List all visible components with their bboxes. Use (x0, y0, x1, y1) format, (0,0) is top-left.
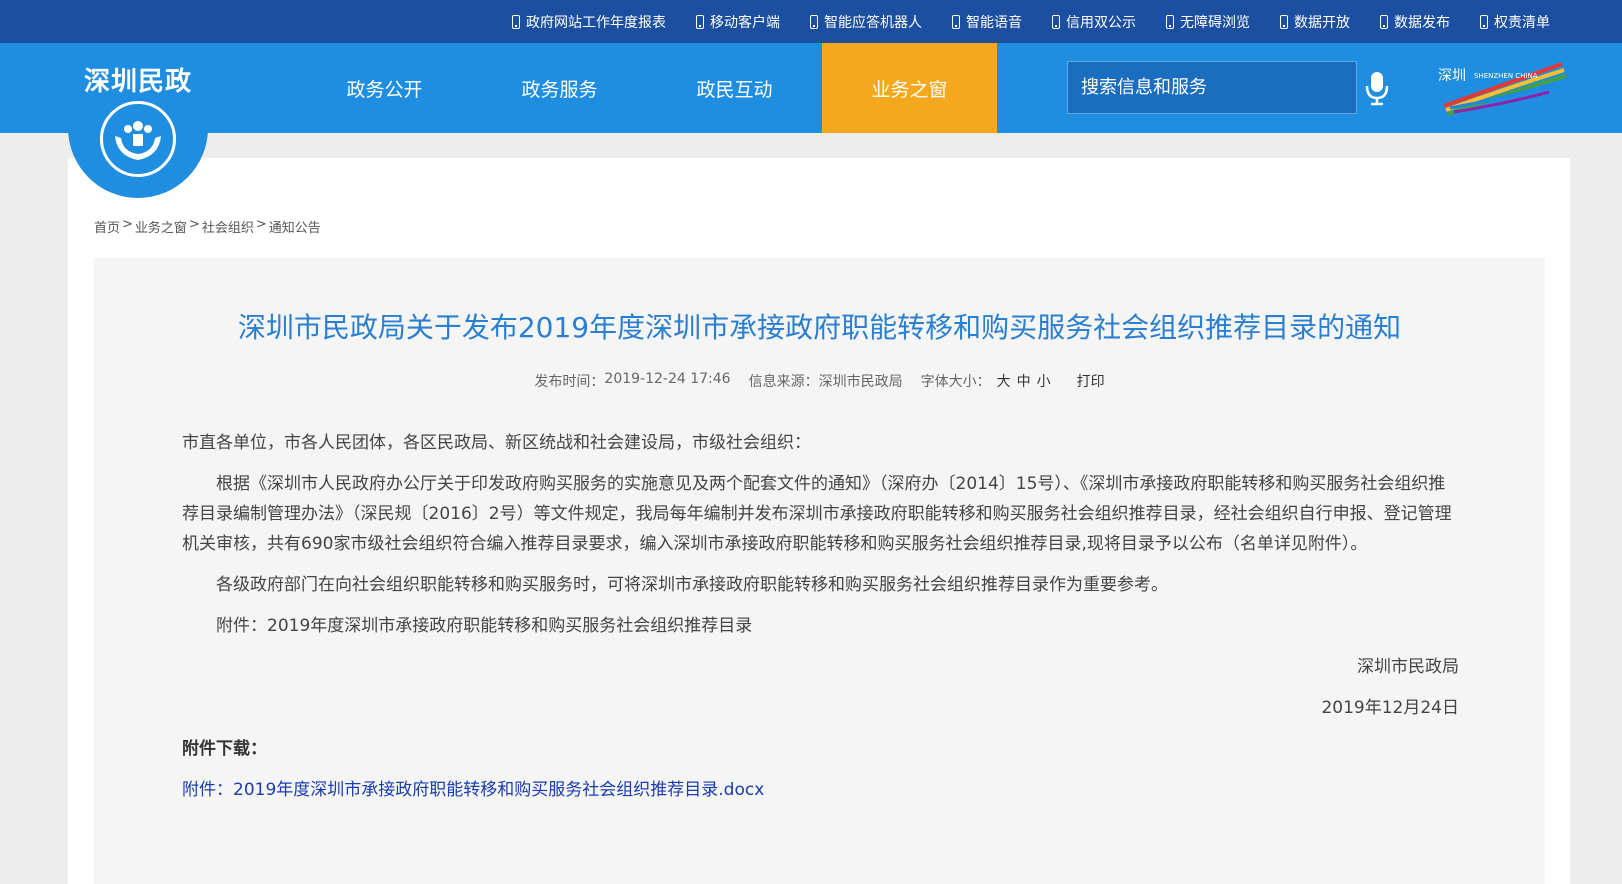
breadcrumb-separator: > (122, 217, 133, 232)
mobile-icon (696, 14, 704, 29)
top-links: 政府网站工作年度报表 移动客户端 智能应答机器人 智能语音 信用双公示 无障碍浏… (482, 0, 1550, 43)
article-meta: 发布时间： 2019-12-24 17:46 信息来源： 深圳市民政局 字体大小… (94, 371, 1545, 391)
top-link-accessibility[interactable]: 无障碍浏览 (1166, 12, 1250, 32)
search-input[interactable] (1081, 77, 1351, 98)
site-logo[interactable]: 深圳民政 (68, 43, 208, 198)
nav-item-gov-info[interactable]: 政务公开 (297, 43, 472, 133)
mobile-icon (1480, 14, 1488, 29)
svg-text:SHENZHEN CHINA: SHENZHEN CHINA (1474, 72, 1538, 80)
source-value: 深圳市民政局 (818, 374, 903, 390)
search-box (1067, 61, 1357, 114)
top-link-smart-robot[interactable]: 智能应答机器人 (810, 12, 922, 32)
paragraph-2: 各级政府部门在向社会组织职能转移和购买服务时，可将深圳市承接政府职能转移和购买服… (216, 575, 1168, 595)
publish-label: 发布时间： (534, 374, 605, 390)
mobile-icon (1280, 14, 1288, 29)
breadcrumb-social-org[interactable]: 社会组织 (202, 217, 254, 236)
svg-text:深圳: 深圳 (1438, 68, 1466, 84)
signature-date: 2019年12月24日 (1321, 698, 1459, 718)
paragraph-attachment: 附件：2019年度深圳市承接政府职能转移和购买服务社会组织推荐目录 (216, 616, 753, 636)
breadcrumb-notices[interactable]: 通知公告 (269, 217, 321, 236)
shenzhen-china-logo: 深圳 SHENZHEN CHINA (1434, 58, 1569, 118)
mobile-icon (1380, 14, 1388, 29)
breadcrumb: 首页 > 业务之窗 > 社会组织 > 通知公告 (94, 217, 321, 236)
hands-emblem-icon (100, 101, 176, 177)
breadcrumb-home[interactable]: 首页 (94, 217, 120, 236)
breadcrumb-separator: > (255, 217, 267, 232)
download-label: 附件下载： (182, 739, 267, 759)
top-link-data-release[interactable]: 数据发布 (1380, 12, 1450, 32)
font-medium-button[interactable]: 中 (1017, 371, 1031, 391)
top-link-mobile-client[interactable]: 移动客户端 (696, 12, 780, 32)
nav-item-business-window[interactable]: 业务之窗 (822, 43, 997, 133)
article-body: 市直各单位，市各人民团体，各区民政局、新区统战和社会建设局，市级社会组织： 根据… (182, 428, 1459, 816)
top-utility-bar: 政府网站工作年度报表 移动客户端 智能应答机器人 智能语音 信用双公示 无障碍浏… (0, 0, 1622, 43)
logo-text: 深圳民政 (83, 67, 192, 97)
mobile-icon (810, 14, 818, 29)
breadcrumb-business-window[interactable]: 业务之窗 (135, 217, 187, 236)
article-title: 深圳市民政局关于发布2019年度深圳市承接政府职能转移和购买服务社会组织推荐目录… (237, 311, 1402, 344)
top-link-annual-report[interactable]: 政府网站工作年度报表 (512, 12, 666, 32)
nav-item-interaction[interactable]: 政民互动 (647, 43, 822, 133)
article: 深圳市民政局关于发布2019年度深圳市承接政府职能转移和购买服务社会组织推荐目录… (94, 258, 1545, 884)
mobile-icon (952, 14, 960, 29)
attachment-download-link[interactable]: 附件：2019年度深圳市承接政府职能转移和购买服务社会组织推荐目录.docx (182, 780, 764, 800)
signature: 深圳市民政局 (1357, 657, 1459, 677)
font-small-button[interactable]: 小 (1037, 371, 1051, 391)
print-button[interactable]: 打印 (1077, 371, 1105, 391)
top-link-credit[interactable]: 信用双公示 (1052, 12, 1136, 32)
paragraph-1: 根据《深圳市人民政府办公厅关于印发政府购买服务的实施意见及两个配套文件的通知》（… (182, 474, 1452, 554)
main-nav: 政务公开 政务服务 政民互动 业务之窗 (297, 43, 997, 133)
mobile-icon (1052, 14, 1060, 29)
top-link-smart-voice[interactable]: 智能语音 (952, 12, 1022, 32)
mobile-icon (512, 14, 520, 29)
font-large-button[interactable]: 大 (997, 371, 1011, 391)
mobile-icon (1166, 14, 1174, 29)
top-link-open-data[interactable]: 数据开放 (1280, 12, 1350, 32)
font-size-label: 字体大小： (920, 374, 991, 390)
nav-item-gov-services[interactable]: 政务服务 (472, 43, 647, 133)
breadcrumb-separator: > (188, 217, 200, 232)
microphone-icon[interactable] (1364, 70, 1390, 106)
publish-time: 2019-12-24 17:46 (604, 371, 731, 387)
salutation: 市直各单位，市各人民团体，各区民政局、新区统战和社会建设局，市级社会组织： (182, 433, 811, 453)
source-label: 信息来源： (748, 374, 819, 390)
top-link-power-list[interactable]: 权责清单 (1480, 12, 1550, 32)
